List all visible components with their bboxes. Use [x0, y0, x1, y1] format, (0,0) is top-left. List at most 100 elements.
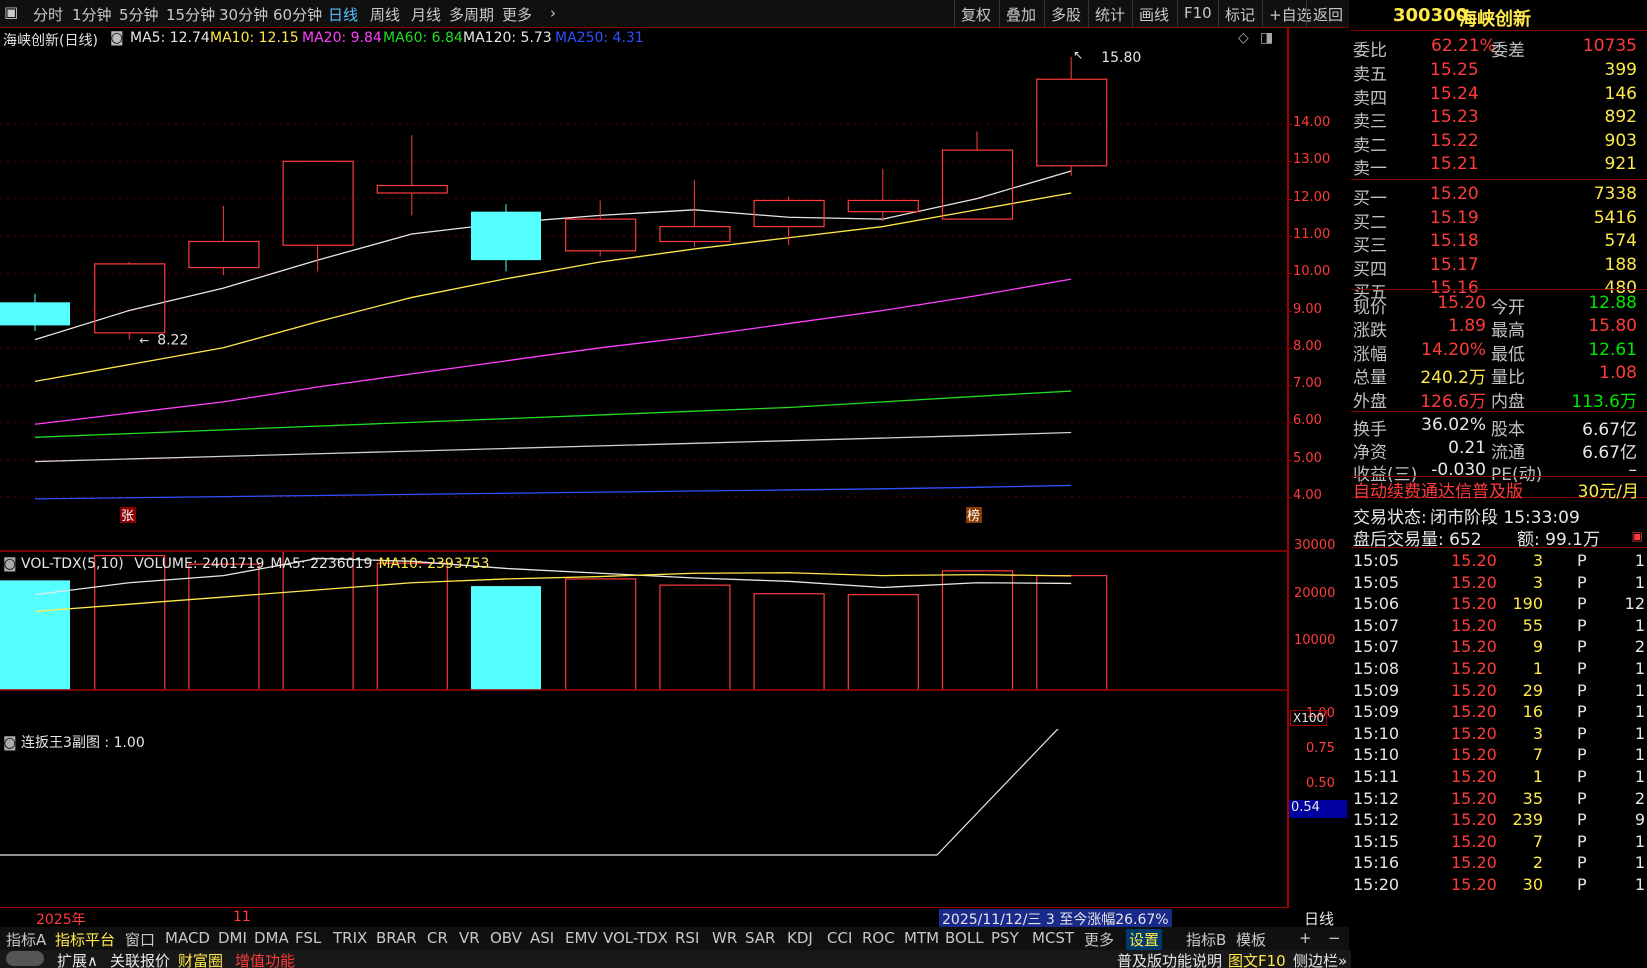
- ask-row[interactable]: 卖二 15.22 903: [1351, 131, 1647, 156]
- window-menu-icon[interactable]: ▣: [4, 3, 18, 21]
- indicator-tab-21[interactable]: MTM: [904, 929, 939, 947]
- indicator-tab-16[interactable]: WR: [712, 929, 737, 947]
- toolbar-button-0[interactable]: 复权: [954, 0, 997, 28]
- tick-row[interactable]: 15:06 15.20 190 P 12: [1351, 594, 1647, 616]
- tick-row[interactable]: 15:10 15.20 7 P 1: [1351, 745, 1647, 767]
- tick-row[interactable]: 15:05 15.20 3 P 1: [1351, 573, 1647, 595]
- indicator-tab-2[interactable]: 窗口: [125, 929, 155, 950]
- indicator-tab-13[interactable]: EMV: [565, 929, 598, 947]
- indicator-tab-6[interactable]: FSL: [295, 929, 321, 947]
- tick-row[interactable]: 15:07 15.20 55 P 1: [1351, 616, 1647, 638]
- bid-row[interactable]: 买三 15.18 574: [1351, 231, 1647, 256]
- promo-text[interactable]: 自动续费通达信普及版: [1353, 477, 1523, 502]
- status-left-3[interactable]: 增值功能: [235, 950, 295, 968]
- toolbar-button-2[interactable]: 多股: [1044, 0, 1087, 28]
- indicator-tab-19[interactable]: CCI: [827, 929, 852, 947]
- indicator-tab-8[interactable]: BRAR: [376, 929, 417, 947]
- indicator-tab-27[interactable]: 指标B: [1186, 929, 1226, 950]
- period-tab-3[interactable]: 15分钟: [166, 4, 215, 25]
- status-left-2[interactable]: 财富圈: [178, 950, 223, 968]
- tick-row[interactable]: 15:09 15.20 29 P 1: [1351, 681, 1647, 703]
- toolbar-button-6[interactable]: 标记: [1218, 0, 1261, 28]
- tick-row[interactable]: 15:11 15.20 1 P 1: [1351, 767, 1647, 789]
- indicator-tab-0[interactable]: 指标A: [6, 929, 46, 950]
- toggle-switch[interactable]: [6, 951, 44, 966]
- toolbar-button-5[interactable]: F10: [1177, 0, 1218, 28]
- tick-volume: 3: [1532, 723, 1543, 743]
- ask-row[interactable]: 卖三 15.23 892: [1351, 107, 1647, 132]
- indicator-tab-20[interactable]: ROC: [862, 929, 895, 947]
- tick-row[interactable]: 15:16 15.20 2 P 1: [1351, 853, 1647, 875]
- expand-icon[interactable]: ▣: [1632, 529, 1643, 543]
- indicator-tab-23[interactable]: PSY: [991, 929, 1019, 947]
- period-tab-2[interactable]: 5分钟: [119, 4, 159, 25]
- date-info-box: 2025/11/12/三 3 至今涨幅26.67%: [939, 909, 1172, 929]
- promo-row[interactable]: 自动续费通达信普及版 30元/月: [1351, 476, 1647, 502]
- bid-row[interactable]: 买四 15.17 188: [1351, 255, 1647, 280]
- indicator-tab-7[interactable]: TRIX: [333, 929, 367, 947]
- indicator-tab-11[interactable]: OBV: [490, 929, 522, 947]
- bid-row[interactable]: 买一 15.20 7338: [1351, 184, 1647, 209]
- stat-label: 内盘: [1491, 391, 1525, 412]
- tick-row[interactable]: 15:12 15.20 35 P 2: [1351, 789, 1647, 811]
- period-tab-10[interactable]: 更多: [502, 4, 532, 25]
- period-tab-5[interactable]: 60分钟: [273, 4, 322, 25]
- more-chevron-icon[interactable]: ›: [550, 4, 556, 22]
- stat-label: 总量: [1353, 368, 1387, 389]
- promo-price[interactable]: 30元/月: [1578, 477, 1639, 502]
- bid-row[interactable]: 买二 15.19 5416: [1351, 208, 1647, 233]
- toolbar-button-8[interactable]: 返回: [1306, 0, 1349, 28]
- tick-row[interactable]: 15:10 15.20 3 P 1: [1351, 724, 1647, 746]
- indicator-tab-5[interactable]: DMA: [254, 929, 289, 947]
- indicator-tab-30[interactable]: −: [1328, 929, 1341, 947]
- indicator-tab-17[interactable]: SAR: [745, 929, 775, 947]
- tick-row[interactable]: 15:15 15.20 7 P 1: [1351, 832, 1647, 854]
- tick-row[interactable]: 15:12 15.20 239 P 9: [1351, 810, 1647, 832]
- period-tab-7[interactable]: 周线: [370, 4, 400, 25]
- indicator-tab-26[interactable]: 设置: [1126, 929, 1163, 950]
- tick-price: 15.20: [1451, 615, 1497, 635]
- status-left-1[interactable]: 关联报价: [110, 950, 170, 968]
- collapse-icon[interactable]: ◙: [3, 556, 17, 572]
- indicator-tab-18[interactable]: KDJ: [787, 929, 813, 947]
- indicator-tab-24[interactable]: MCST: [1032, 929, 1074, 947]
- status-right-1[interactable]: 图文F10: [1228, 950, 1286, 968]
- period-tab-0[interactable]: 分时: [33, 4, 63, 25]
- indicator-tab-9[interactable]: CR: [427, 929, 448, 947]
- tick-row[interactable]: 15:20 15.20 30 P 1: [1351, 875, 1647, 897]
- status-right-0[interactable]: 普及版功能说明: [1117, 950, 1222, 968]
- ask-row[interactable]: 卖一 15.21 921: [1351, 154, 1647, 179]
- ask-row[interactable]: 卖五 15.25 399: [1351, 60, 1647, 85]
- indicator-tab-29[interactable]: +: [1299, 929, 1312, 947]
- indicator-tab-22[interactable]: BOLL: [945, 929, 984, 947]
- period-tab-1[interactable]: 1分钟: [72, 4, 112, 25]
- ask-row[interactable]: 卖四 15.24 146: [1351, 84, 1647, 109]
- toolbar-button-3[interactable]: 统计: [1088, 0, 1131, 28]
- tick-row[interactable]: 15:08 15.20 1 P 1: [1351, 659, 1647, 681]
- toolbar-button-4[interactable]: 画线: [1132, 0, 1175, 28]
- indicator-tab-15[interactable]: RSI: [675, 929, 699, 947]
- indicator-tab-3[interactable]: MACD: [165, 929, 210, 947]
- price-tick: 5.00: [1293, 450, 1322, 466]
- book-divider: [1351, 289, 1647, 290]
- period-tab-4[interactable]: 30分钟: [219, 4, 268, 25]
- status-right-2[interactable]: 侧边栏»: [1293, 950, 1347, 968]
- indicator-tab-12[interactable]: ASI: [530, 929, 554, 947]
- collapse-icon[interactable]: ◙: [3, 735, 17, 751]
- stat-label: 外盘: [1353, 391, 1387, 412]
- period-tab-8[interactable]: 月线: [411, 4, 441, 25]
- indicator-tab-28[interactable]: 模板: [1236, 929, 1266, 950]
- indicator-tab-14[interactable]: VOL-TDX: [603, 929, 668, 947]
- indicator-tab-1[interactable]: 指标平台: [55, 929, 115, 950]
- period-tab-6[interactable]: 日线: [328, 4, 358, 25]
- date-axis: 2025年 11 2025/11/12/三 3 至今涨幅26.67%: [0, 907, 1287, 929]
- status-left-0[interactable]: 扩展∧: [57, 950, 98, 968]
- tick-row[interactable]: 15:09 15.20 16 P 1: [1351, 702, 1647, 724]
- toolbar-button-1[interactable]: 叠加: [999, 0, 1042, 28]
- indicator-tab-25[interactable]: 更多: [1084, 929, 1114, 950]
- period-tab-9[interactable]: 多周期: [449, 4, 494, 25]
- tick-row[interactable]: 15:07 15.20 9 P 2: [1351, 637, 1647, 659]
- indicator-tab-4[interactable]: DMI: [218, 929, 247, 947]
- tick-row[interactable]: 15:05 15.20 3 P 1: [1351, 551, 1647, 573]
- indicator-tab-10[interactable]: VR: [459, 929, 480, 947]
